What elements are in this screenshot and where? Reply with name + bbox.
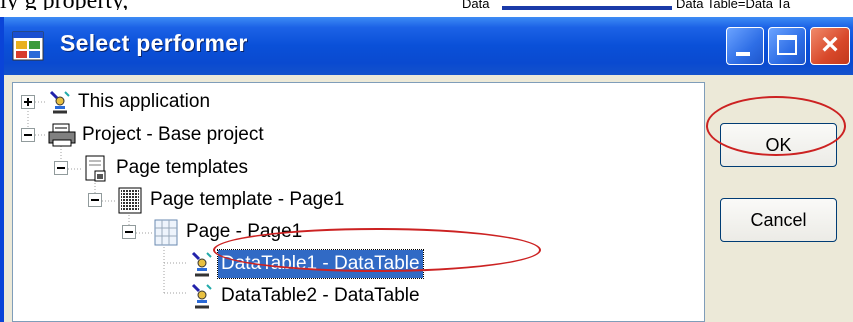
page-icon	[153, 219, 179, 252]
cancel-button[interactable]: Cancel	[720, 198, 837, 242]
background-text-line: ly g property,	[0, 0, 128, 10]
datatable-icon	[189, 251, 215, 284]
page-templates-icon	[83, 155, 109, 188]
background-snippet-mid: Data	[462, 0, 490, 10]
tree-item-label: This application	[78, 91, 211, 112]
close-button[interactable]: ×	[810, 27, 850, 65]
expand-icon[interactable]	[21, 95, 35, 109]
page-template-icon	[117, 187, 143, 220]
tree-item-label: Project - Base project	[82, 124, 264, 145]
background-selection-bar	[502, 6, 672, 10]
performer-tree[interactable]: This application Project - Base project …	[12, 82, 705, 322]
window-icon	[12, 31, 44, 61]
background-snippet-right: Data Table=Data Ta	[676, 0, 791, 10]
application-icon	[47, 90, 73, 121]
tree-item-label: Page templates	[116, 157, 249, 178]
minimize-button[interactable]	[726, 27, 764, 65]
maximize-icon	[777, 35, 797, 55]
collapse-icon[interactable]	[88, 193, 102, 207]
datatable-icon	[189, 283, 215, 316]
annotation-ellipse-ok	[706, 96, 846, 156]
tree-item-label: DataTable2 - DataTable	[221, 285, 420, 306]
collapse-icon[interactable]	[54, 161, 68, 175]
collapse-icon[interactable]	[21, 128, 35, 142]
project-icon	[47, 122, 77, 153]
tree-item-label: Page template - Page1	[150, 189, 345, 210]
close-icon: ×	[821, 28, 839, 61]
maximize-button[interactable]	[768, 27, 806, 65]
select-performer-dialog: Select performer × This application Proj…	[0, 17, 853, 322]
collapse-icon[interactable]	[122, 225, 136, 239]
window-title: Select performer	[60, 30, 248, 56]
minimize-icon	[736, 52, 750, 56]
title-bar[interactable]: Select performer ×	[4, 17, 853, 75]
annotation-ellipse-datatable1	[213, 228, 541, 272]
background-document: ly g property, Data Data Table=Data Ta	[0, 0, 853, 10]
